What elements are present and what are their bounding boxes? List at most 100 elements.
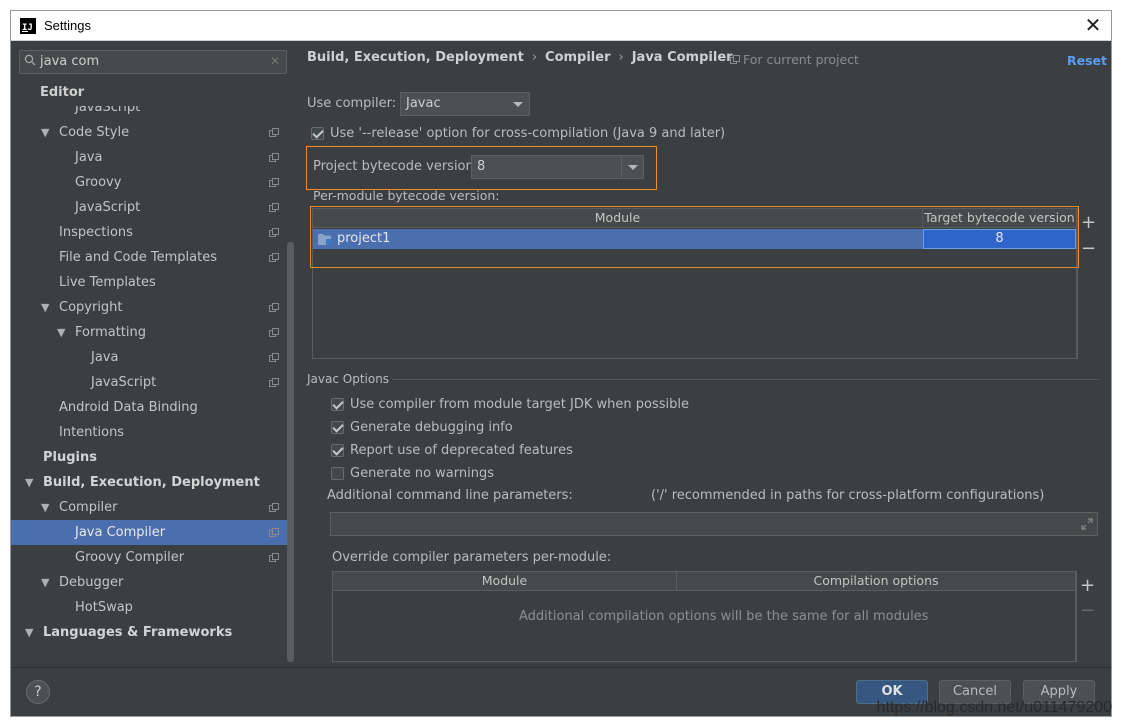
sidebar-item[interactable]: Plugins (11, 445, 287, 470)
chevron-down-icon (507, 93, 529, 115)
release-option-label: Use '--release' option for cross-compila… (330, 126, 726, 141)
remove-icon[interactable]: − (1081, 240, 1096, 258)
sidebar-item[interactable]: Live Templates (11, 270, 287, 295)
bytecode-version-value: 8 (477, 159, 486, 174)
sidebar-item[interactable]: Java (11, 345, 287, 370)
breadcrumb: Build, Execution, Deployment › Compiler › Ja… (307, 50, 733, 65)
javac-option-checkbox[interactable] (331, 421, 344, 434)
breadcrumb-item: Java Compiler (631, 50, 733, 65)
sidebar-item[interactable]: File and Code Templates (11, 245, 287, 270)
expand-icon[interactable] (1081, 518, 1093, 530)
sidebar-item-label: Build, Execution, Deployment (43, 475, 260, 490)
sidebar-item[interactable]: HotSwap (11, 595, 287, 620)
override-table: Module Compilation options Additional co… (332, 571, 1076, 662)
sidebar-item[interactable]: ▼ Debugger (11, 570, 287, 595)
settings-sidebar: java com ✕ CoffeeScriptJavaScript▼Code S… (11, 42, 296, 667)
breadcrumb-item: Build, Execution, Deployment (307, 50, 524, 65)
reset-link[interactable]: Reset (1067, 53, 1107, 68)
sidebar-item-label: Compiler (59, 500, 118, 515)
sidebar-item[interactable]: Intentions (11, 420, 287, 445)
sidebar-scrollbar[interactable] (287, 242, 294, 662)
javac-option-checkbox[interactable] (331, 398, 344, 411)
expand-arrow-icon[interactable]: ▼ (25, 470, 33, 495)
sidebar-item-label: Groovy (75, 175, 122, 190)
override-label: Override compiler parameters per-module: (332, 550, 612, 565)
empty-table-note: Additional compilation options will be t… (519, 609, 929, 624)
sidebar-item-label: HotSwap (75, 600, 133, 615)
sidebar-item-label: Live Templates (59, 275, 156, 290)
project-scope-icon (269, 378, 279, 387)
sidebar-item[interactable]: Groovy Compiler (11, 545, 287, 570)
bytecode-version-select[interactable]: 8 (471, 155, 644, 179)
expand-arrow-icon[interactable]: ▼ (41, 570, 49, 595)
sidebar-item[interactable]: Groovy (11, 170, 287, 195)
sidebar-item-label: Plugins (43, 450, 97, 465)
compiler-select-value: Javac (406, 96, 441, 111)
project-scope-icon (269, 128, 279, 137)
release-option-checkbox[interactable] (311, 127, 324, 140)
project-scope-icon (269, 303, 279, 312)
per-module-label: Per-module bytecode version: (313, 188, 500, 203)
breadcrumb-separator: › (618, 50, 624, 65)
highlight-box (310, 206, 1079, 268)
close-icon[interactable]: ✕ (1081, 14, 1105, 38)
chevron-down-icon (621, 156, 643, 178)
column-header-compilation-options[interactable]: Compilation options (677, 572, 1075, 591)
project-scope-icon (269, 178, 279, 187)
search-value: java com (40, 54, 100, 69)
search-icon (24, 54, 36, 66)
sidebar-item[interactable]: ▼ Copyright (11, 295, 287, 320)
sidebar-item[interactable]: JavaScript (11, 370, 287, 395)
expand-arrow-icon[interactable]: ▼ (41, 120, 49, 145)
expand-arrow-icon[interactable]: ▼ (41, 495, 49, 520)
sidebar-item[interactable]: Java (11, 145, 287, 170)
sidebar-item-label: Code Style (59, 125, 130, 140)
column-header-module[interactable]: Module (333, 572, 677, 591)
additional-params-input[interactable] (330, 512, 1098, 536)
sidebar-item[interactable]: ▼ Build, Execution, Deployment (11, 470, 287, 495)
sidebar-item-label: Android Data Binding (59, 400, 198, 415)
add-icon[interactable]: + (1080, 577, 1095, 595)
expand-arrow-icon[interactable]: ▼ (25, 620, 33, 645)
project-scope-icon (269, 253, 279, 262)
javac-option-checkbox[interactable] (331, 467, 344, 480)
project-scope-icon (730, 55, 740, 64)
compiler-select[interactable]: Javac (400, 92, 530, 116)
settings-window: IJ Settings ✕ java com ✕ CoffeeScriptJav… (10, 10, 1112, 717)
project-scope-icon (269, 528, 279, 537)
sidebar-item-label: Languages & Frameworks (43, 625, 233, 640)
javac-option-checkbox[interactable] (331, 444, 344, 457)
javac-options-title: Javac Options (307, 372, 390, 386)
title-bar: IJ Settings ✕ (11, 11, 1111, 41)
tree-section-header[interactable]: Editor (11, 82, 287, 106)
sidebar-item[interactable]: ▼ Languages & Frameworks (11, 620, 287, 645)
sidebar-item-label: Formatting (75, 325, 147, 340)
sidebar-item-label: Copyright (59, 300, 123, 315)
use-compiler-label: Use compiler: (307, 96, 397, 111)
remove-icon: − (1080, 600, 1096, 621)
sidebar-item-label: File and Code Templates (59, 250, 217, 265)
javac-option-label: Report use of deprecated features (350, 443, 573, 458)
additional-params-label: Additional command line parameters: (327, 488, 573, 503)
sidebar-item[interactable]: ▼ Formatting (11, 320, 287, 345)
sidebar-item[interactable]: Android Data Binding (11, 395, 287, 420)
breadcrumb-item: Compiler (545, 50, 611, 65)
clear-search-icon[interactable]: ✕ (270, 54, 280, 68)
sidebar-item[interactable]: Inspections (11, 220, 287, 245)
sidebar-item-label: Java Compiler (75, 525, 166, 540)
settings-content: Build, Execution, Deployment › Compiler › Ja… (297, 42, 1111, 667)
search-input[interactable]: java com ✕ (19, 50, 287, 74)
sidebar-item[interactable]: ▼ Compiler (11, 495, 287, 520)
add-icon[interactable]: + (1081, 214, 1096, 232)
sidebar-item[interactable]: Java Compiler (11, 520, 287, 545)
project-scope-icon (269, 353, 279, 362)
sidebar-item-label: Groovy Compiler (75, 550, 185, 565)
sidebar-item-label: Debugger (59, 575, 124, 590)
project-scope-icon (269, 503, 279, 512)
sidebar-item[interactable]: JavaScript (11, 195, 287, 220)
sidebar-item[interactable]: ▼ Code Style (11, 120, 287, 145)
expand-arrow-icon[interactable]: ▼ (41, 295, 49, 320)
sidebar-item-label: JavaScript (75, 200, 141, 215)
help-button[interactable]: ? (26, 680, 50, 704)
expand-arrow-icon[interactable]: ▼ (57, 320, 65, 345)
